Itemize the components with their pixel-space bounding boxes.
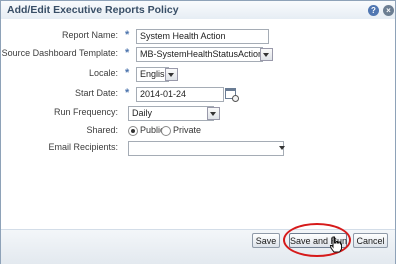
hand-cursor-icon: [329, 236, 342, 253]
shared-private-label: Private: [173, 125, 202, 135]
email-recipients-label: Email Recipients:: [48, 142, 118, 152]
shared-label: Shared:: [86, 125, 118, 135]
help-icon[interactable]: ?: [368, 5, 379, 16]
start-date-input[interactable]: 2014-01-24: [136, 87, 224, 102]
chevron-down-icon[interactable]: [277, 142, 286, 151]
email-recipients-row: Email Recipients:: [1, 140, 395, 156]
source-template-row: Source Dashboard Template: * MB-SystemHe…: [1, 46, 395, 62]
calendar-icon[interactable]: [225, 88, 239, 102]
report-name-input[interactable]: System Health Action: [136, 29, 269, 44]
chevron-down-icon[interactable]: [165, 68, 178, 81]
save-button[interactable]: Save: [252, 233, 280, 248]
report-name-row: Report Name: * System Health Action: [1, 28, 395, 44]
required-marker: *: [125, 29, 130, 41]
locale-row: Locale: * English: [1, 66, 395, 82]
run-frequency-select[interactable]: Daily: [128, 106, 214, 121]
chevron-down-icon[interactable]: [207, 107, 220, 120]
shared-private-radio[interactable]: [161, 126, 171, 136]
required-marker: *: [125, 87, 130, 99]
start-date-row: Start Date: * 2014-01-24: [1, 86, 395, 102]
cancel-button[interactable]: Cancel: [353, 233, 388, 248]
run-frequency-label: Run Frequency:: [53, 107, 118, 117]
policy-form: Report Name: * System Health Action Sour…: [1, 19, 395, 229]
shared-public-radio[interactable]: [128, 126, 138, 136]
required-marker: *: [125, 47, 130, 59]
start-date-label: Start Date:: [74, 88, 118, 98]
source-template-label: Source Dashboard Template:: [1, 48, 118, 58]
report-name-label: Report Name:: [61, 30, 118, 40]
email-recipients-select[interactable]: [128, 141, 284, 156]
close-icon[interactable]: ×: [383, 5, 394, 16]
dialog-title: Add/Edit Executive Reports Policy: [7, 4, 179, 16]
shared-row: Shared: Public Private: [1, 123, 395, 139]
source-template-select[interactable]: MB-SystemHealthStatusAction: [136, 47, 263, 62]
dialog: Add/Edit Executive Reports Policy ? × Re…: [0, 0, 396, 264]
chevron-down-icon[interactable]: [260, 48, 273, 61]
dialog-titlebar: Add/Edit Executive Reports Policy ? ×: [1, 1, 395, 20]
locale-label: Locale:: [88, 68, 118, 78]
run-frequency-row: Run Frequency: Daily: [1, 105, 395, 121]
required-marker: *: [125, 67, 130, 79]
